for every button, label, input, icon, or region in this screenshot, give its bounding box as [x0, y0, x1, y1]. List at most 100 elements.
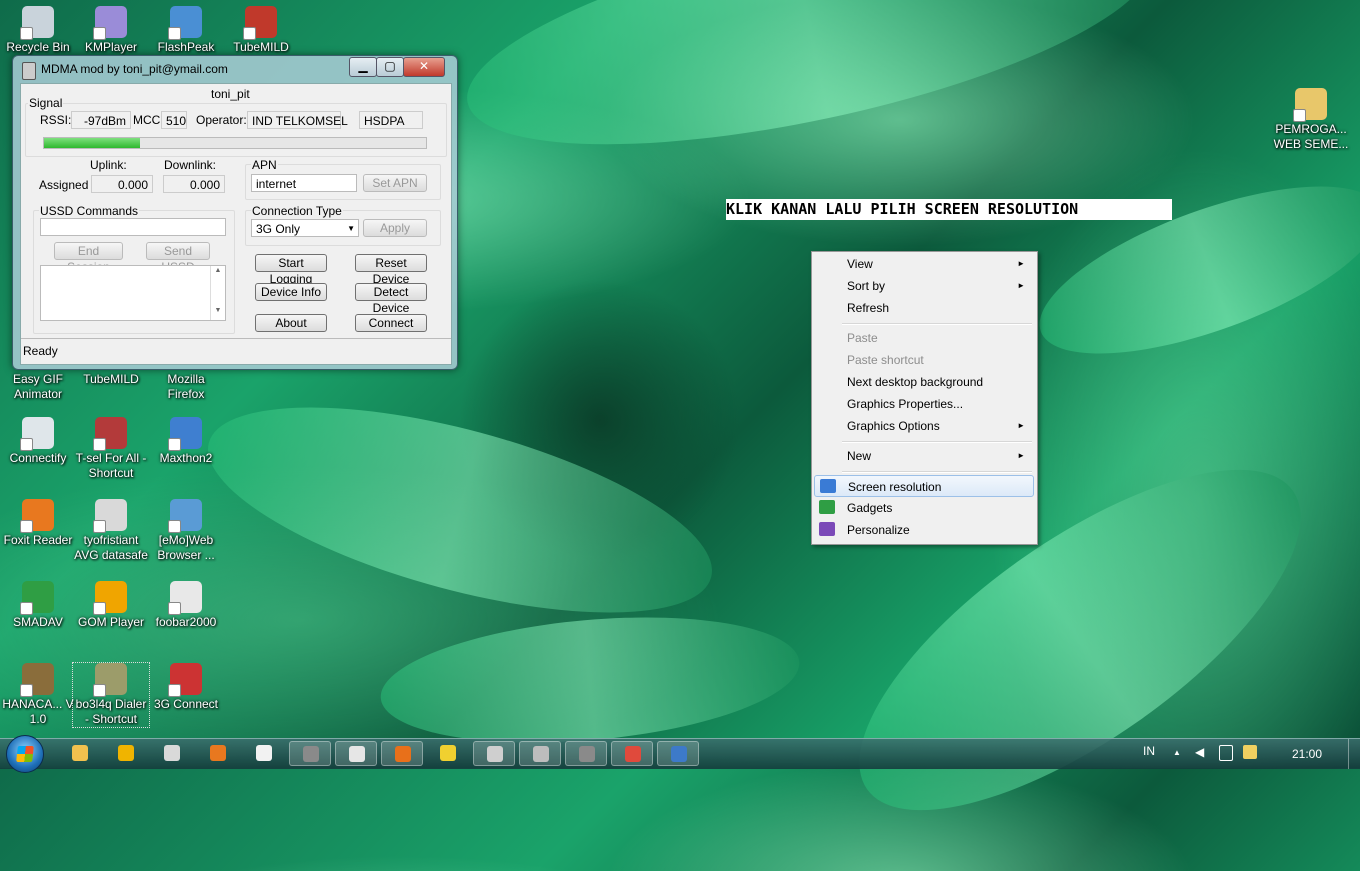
- menu-item[interactable]: Personalize: [814, 519, 1034, 541]
- firefox-icon: [210, 745, 226, 761]
- apply-button[interactable]: Apply: [363, 219, 427, 237]
- desktop-icon[interactable]: HANACA... V 1.0: [0, 663, 76, 727]
- desktop-icon[interactable]: Recycle Bin: [0, 6, 76, 55]
- desktop-icon-image: [93, 663, 127, 697]
- mdma-window[interactable]: MDMA mod by toni_pit@ymail.com ▁ ▢ ✕ ton…: [12, 55, 458, 370]
- desktop-icon-label: PEMROGA... WEB SEME...: [1273, 122, 1349, 151]
- show-desktop-button[interactable]: [1348, 739, 1360, 769]
- desktop-icon-image: [20, 6, 54, 40]
- submenu-arrow-icon: ►: [1017, 421, 1025, 430]
- display-icon: [820, 479, 836, 493]
- minimize-button[interactable]: ▁: [349, 57, 377, 77]
- taskbar-button[interactable]: [243, 741, 285, 766]
- desktop-icon[interactable]: tyofristiant AVG datasafe: [73, 499, 149, 563]
- detect-device-button[interactable]: Detect Device: [355, 283, 427, 315]
- desktop-icon-image: [93, 6, 127, 40]
- desktop-icon[interactable]: SMADAV: [0, 581, 76, 630]
- desktop-icon-label: foobar2000: [155, 615, 217, 629]
- send-ussd-button[interactable]: Send USSD: [146, 242, 210, 274]
- desktop-icon-label: 3G Connect: [153, 697, 219, 711]
- set-apn-button[interactable]: Set APN: [363, 174, 427, 192]
- menu-item[interactable]: Graphics Properties...: [814, 393, 1034, 415]
- menu-item[interactable]: Screen resolution: [814, 475, 1034, 497]
- about-button[interactable]: About: [255, 314, 327, 332]
- taskbar-button[interactable]: [151, 741, 193, 766]
- menu-item[interactable]: New ►: [814, 445, 1034, 467]
- desktop-icon-image: [168, 6, 202, 40]
- desktop-icon[interactable]: 3G Connect: [148, 663, 224, 712]
- taskbar-button[interactable]: [519, 741, 561, 766]
- desktop-icon-label: Recycle Bin: [6, 40, 70, 54]
- rssi-label: RSSI:: [40, 113, 72, 127]
- flag-icon[interactable]: [1243, 745, 1257, 759]
- menu-item[interactable]: View ►: [814, 253, 1034, 275]
- desktop-icon[interactable]: Foxit Reader: [0, 499, 76, 548]
- desktop-icon[interactable]: [eMo]Web Browser ...: [148, 499, 224, 563]
- clock[interactable]: 21:00: [1292, 747, 1322, 761]
- apn-input[interactable]: internet: [251, 174, 357, 192]
- show-hidden-icons[interactable]: ▲: [1173, 748, 1181, 757]
- reset-device-button[interactable]: Reset Device: [355, 254, 427, 286]
- taskbar-button[interactable]: [611, 741, 653, 766]
- submenu-arrow-icon: ►: [1017, 451, 1025, 460]
- desktop-icon[interactable]: Maxthon2: [148, 417, 224, 466]
- device-info-button[interactable]: Device Info: [255, 283, 327, 301]
- desktop-icon-label: Connectify: [9, 451, 67, 465]
- ussd-group-label: USSD Commands: [39, 204, 140, 218]
- desktop-icon[interactable]: KMPlayer: [73, 6, 149, 55]
- wallpaper-leaf: [448, 0, 1172, 191]
- desktop-icon-image: [243, 6, 277, 40]
- window-title: MDMA mod by toni_pit@ymail.com: [41, 62, 228, 76]
- close-button[interactable]: ✕: [403, 57, 445, 77]
- taskbar-button[interactable]: [657, 741, 699, 766]
- desktop-icon[interactable]: FlashPeak: [148, 6, 224, 55]
- ussd-output[interactable]: ▲ ▼: [40, 265, 226, 321]
- taskbar-button[interactable]: [335, 741, 377, 766]
- menu-item: Paste: [814, 327, 1034, 349]
- connection-type-select[interactable]: 3G Only ▼: [251, 219, 359, 237]
- taskbar-button[interactable]: [381, 741, 423, 766]
- desktop-icon[interactable]: Connectify: [0, 417, 76, 466]
- desktop-icon[interactable]: foobar2000: [148, 581, 224, 630]
- taskbar-button[interactable]: [289, 741, 331, 766]
- desktop-icon[interactable]: GOM Player: [73, 581, 149, 630]
- taskbar-button[interactable]: [105, 741, 147, 766]
- rssi-value: -97dBm: [71, 111, 131, 129]
- desktop-icon[interactable]: PEMROGA... WEB SEME...: [1273, 88, 1349, 152]
- menu-item[interactable]: Refresh: [814, 297, 1034, 319]
- end-session-button[interactable]: End Session: [54, 242, 123, 274]
- desktop-icon[interactable]: T-sel For All - Shortcut: [73, 417, 149, 481]
- menu-separator: [842, 323, 1032, 325]
- language-indicator[interactable]: IN: [1143, 744, 1155, 758]
- menu-item-label: Graphics Options: [847, 419, 940, 433]
- mcc-value: 510: [161, 111, 187, 129]
- menu-separator: [842, 441, 1032, 443]
- taskbar-button[interactable]: [59, 741, 101, 766]
- connect-button[interactable]: Connect: [355, 314, 427, 332]
- menu-item-label: Screen resolution: [848, 480, 942, 494]
- menu-item[interactable]: Graphics Options ►: [814, 415, 1034, 437]
- taskbar-button[interactable]: [473, 741, 515, 766]
- wallpaper-leaf: [375, 601, 805, 759]
- wallpaper-leaf: [1020, 152, 1360, 388]
- taskbar-button[interactable]: [565, 741, 607, 766]
- taskbar-button[interactable]: [197, 741, 239, 766]
- menu-item[interactable]: Sort by ►: [814, 275, 1034, 297]
- taskbar-button[interactable]: [427, 741, 469, 766]
- desktop-icon-label: Easy GIF Animator: [12, 372, 63, 401]
- start-logging-button[interactable]: Start Logging: [255, 254, 327, 286]
- desktop-icon[interactable]: bo3l4q Dialer - Shortcut: [72, 662, 150, 728]
- network-icon[interactable]: [1219, 745, 1233, 761]
- menu-item[interactable]: Next desktop background: [814, 371, 1034, 393]
- operator-value: IND TELKOMSEL: [247, 111, 348, 129]
- ussd-scrollbar[interactable]: ▲ ▼: [210, 266, 225, 320]
- speaker-icon[interactable]: ◀: [1195, 745, 1207, 759]
- desktop-icon-image: [93, 581, 127, 615]
- desktop-icon-image: [168, 663, 202, 697]
- start-button[interactable]: [6, 735, 44, 773]
- ussd-input[interactable]: [40, 218, 226, 236]
- maximize-button[interactable]: ▢: [376, 57, 404, 77]
- desktop-icon[interactable]: TubeMILD: [223, 6, 299, 55]
- menu-item[interactable]: Gadgets: [814, 497, 1034, 519]
- desktop-icon-label: bo3l4q Dialer - Shortcut: [75, 697, 147, 726]
